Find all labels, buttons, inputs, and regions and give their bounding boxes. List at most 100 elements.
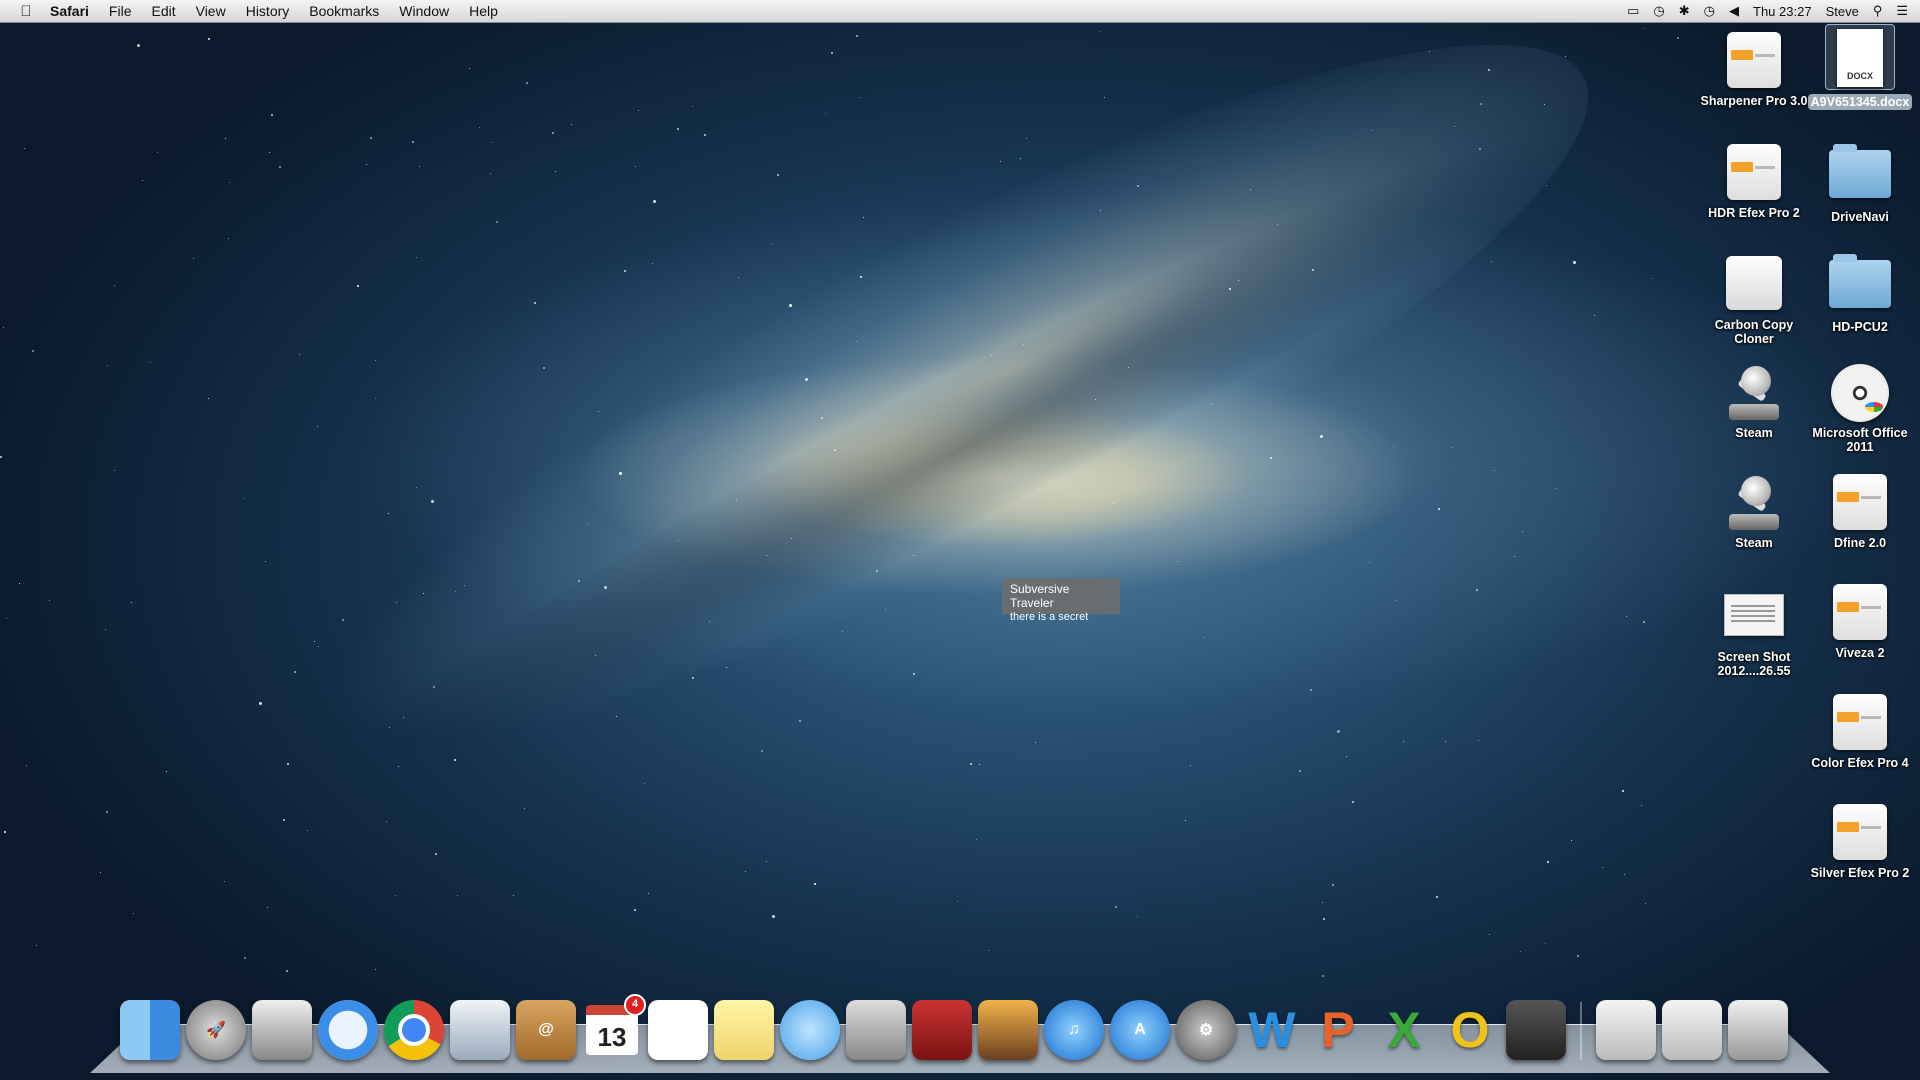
itunes-icon[interactable]: ♫ [1044,1000,1104,1060]
star [1115,906,1117,908]
photo-booth-icon[interactable] [912,1000,972,1060]
word-icon[interactable]: W [1242,1000,1302,1060]
star [1645,903,1646,904]
user-name[interactable]: Steve [1826,4,1859,19]
desktop-icon-microsoft-office[interactable]: Microsoft Office 2011 [1806,360,1914,454]
star [1332,884,1334,886]
star [431,500,434,503]
star [1322,902,1323,903]
clock[interactable]: Thu 23:27 [1753,4,1812,19]
star [398,766,399,767]
galaxy-dust [349,92,1571,808]
safari-icon[interactable] [318,1000,378,1060]
contacts-icon[interactable]: @ [516,1000,576,1060]
star [678,540,679,541]
launchpad-icon[interactable]: 🚀 [186,1000,246,1060]
volume-icon[interactable]: ◀ [1729,3,1739,19]
star [957,901,958,902]
desktop-icon-screen-shot[interactable]: Screen Shot 2012....26.55 [1700,580,1808,678]
star [26,765,27,766]
menu-help[interactable]: Help [459,3,508,19]
star [604,586,607,589]
star [1112,502,1113,503]
time-machine-icon[interactable]: ◷ [1653,3,1664,19]
mail-icon[interactable] [450,1000,510,1060]
star [1177,561,1178,562]
star [357,285,359,287]
star [36,945,37,946]
star [552,132,554,134]
documents-stack-icon[interactable] [1596,1000,1656,1060]
spotlight-icon[interactable]: ⚲ [1873,3,1883,19]
facetime-icon[interactable] [846,1000,906,1060]
desktop-icon-steam[interactable]: Steam [1700,360,1808,440]
star [1020,158,1021,159]
star [860,276,862,278]
menu-app-name[interactable]: Safari [40,3,99,19]
calendar-icon[interactable]: 13 4 [582,994,646,1060]
finder-icon[interactable] [120,1000,180,1060]
menu-history[interactable]: History [236,3,300,19]
desktop-icon-sharpener-pro[interactable]: Sharpener Pro 3.0 [1700,28,1808,108]
star [1454,126,1455,127]
menu-view[interactable]: View [186,3,236,19]
downloads-stack-icon[interactable] [1662,1000,1722,1060]
desktop-icon-docx[interactable]: DOCX A9V651345.docx [1806,24,1914,110]
outlook-icon[interactable]: O [1440,1000,1500,1060]
star [283,819,285,821]
image-capture-icon[interactable] [252,1000,312,1060]
bluetooth-icon[interactable]: ✱ [1679,3,1690,19]
star [761,750,763,752]
menu-file[interactable]: File [99,3,142,19]
star [228,238,229,239]
star [259,702,262,705]
airplay-icon[interactable]: ▭ [1627,3,1639,19]
iphoto-icon[interactable] [978,1000,1038,1060]
star [1571,840,1572,841]
star [766,555,767,556]
desktop-icon-viveza[interactable]: Viveza 2 [1806,580,1914,660]
steam-dock-icon[interactable] [1506,1000,1566,1060]
star [1643,621,1645,623]
steam-icon [1725,364,1783,422]
menu-bar:  Safari File Edit View History Bookmark… [0,0,1920,23]
wifi-icon[interactable]: ◷ [1704,3,1715,19]
desktop-icon-label: Steam [1735,426,1773,440]
trash-icon[interactable] [1728,1000,1788,1060]
star [885,609,886,610]
desktop-icon-dfine[interactable]: Dfine 2.0 [1806,470,1914,550]
desktop-icon-carbon-copy-cloner[interactable]: Carbon Copy Cloner [1700,250,1808,346]
desktop-icon-color-efex-pro[interactable]: Color Efex Pro 4 [1806,690,1914,770]
powerpoint-icon[interactable]: P [1308,1000,1368,1060]
star [455,591,456,592]
menu-edit[interactable]: Edit [141,3,185,19]
app-store-icon[interactable]: A [1110,1000,1170,1060]
star [814,883,816,885]
star [244,498,245,499]
star [416,487,417,488]
star [1250,189,1251,190]
notes-icon[interactable] [714,1000,774,1060]
apple-menu-icon[interactable]:  [12,3,40,20]
star [133,913,134,914]
chrome-icon[interactable] [384,1000,444,1060]
star [825,113,826,114]
star [1371,130,1372,131]
star [100,872,101,873]
desktop-icon-drivenavi[interactable]: DriveNavi [1806,140,1914,224]
menu-bookmarks[interactable]: Bookmarks [299,3,389,19]
star [555,171,556,172]
system-preferences-icon[interactable]: ⚙ [1176,1000,1236,1060]
star [435,853,437,855]
excel-icon[interactable]: X [1374,1000,1434,1060]
notification-center-icon[interactable]: ☰ [1896,3,1908,19]
star [314,641,315,642]
menu-window[interactable]: Window [389,3,459,19]
desktop-icon-hd-pcu2[interactable]: HD-PCU2 [1806,250,1914,334]
desktop-icon-silver-efex-pro[interactable]: Silver Efex Pro 2 [1806,800,1914,880]
star [988,950,989,951]
messages-icon[interactable] [780,1000,840,1060]
reminders-icon[interactable] [648,1000,708,1060]
desktop-icon-hdr-efex-pro[interactable]: HDR Efex Pro 2 [1700,140,1808,220]
desktop-icon-steam-2[interactable]: Steam [1700,470,1808,550]
